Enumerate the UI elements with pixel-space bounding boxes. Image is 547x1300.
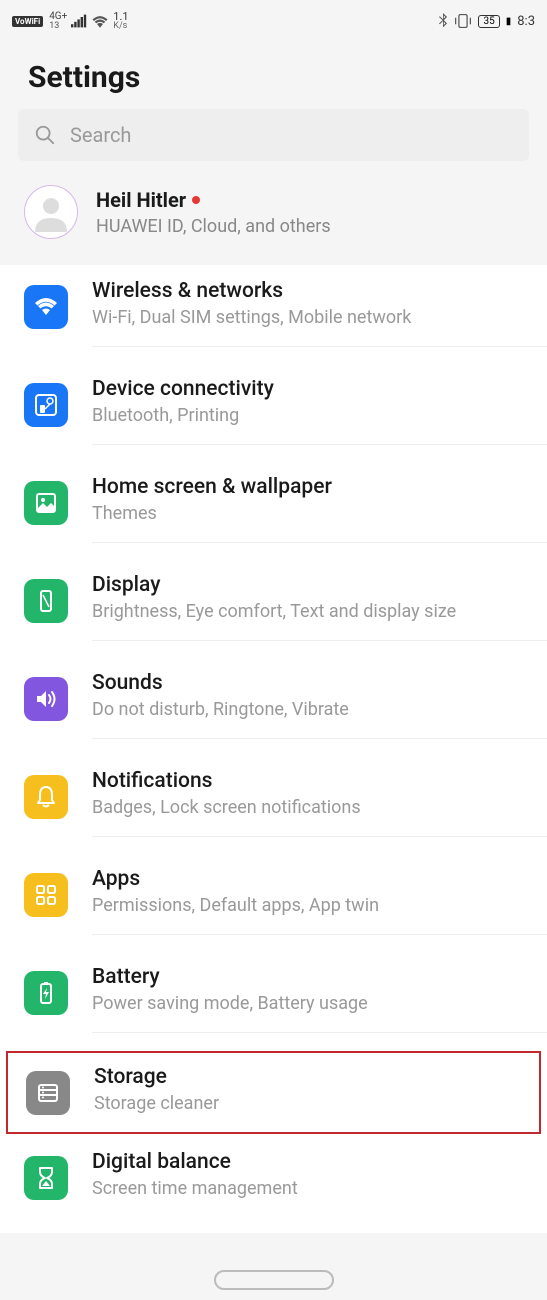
item-sub: Themes xyxy=(92,503,527,524)
settings-item-storage[interactable]: Storage Storage cleaner xyxy=(6,1051,541,1134)
bluetooth-icon xyxy=(438,13,448,29)
item-title: Digital balance xyxy=(92,1150,527,1174)
item-sub: Power saving mode, Battery usage xyxy=(92,993,527,1014)
battery-level: 35 xyxy=(478,15,499,28)
settings-item-connect[interactable]: Device connectivity Bluetooth, Printing xyxy=(0,363,547,461)
item-title: Battery xyxy=(92,965,527,989)
settings-list: Wireless & networks Wi-Fi, Dual SIM setti… xyxy=(0,265,547,1233)
item-sub: Badges, Lock screen notifications xyxy=(92,797,527,818)
item-title: Storage xyxy=(94,1065,519,1089)
bell-icon xyxy=(24,775,68,819)
settings-item-balance[interactable]: Digital balance Screen time management xyxy=(0,1136,547,1233)
account-name: Heil Hitler xyxy=(96,188,186,212)
item-title: Home screen & wallpaper xyxy=(92,475,527,499)
display-icon xyxy=(24,579,68,623)
search-bar[interactable]: Search xyxy=(18,109,529,161)
item-title: Notifications xyxy=(92,769,527,793)
item-sub: Wi-Fi, Dual SIM settings, Mobile network xyxy=(92,307,527,328)
settings-item-wifi[interactable]: Wireless & networks Wi-Fi, Dual SIM setti… xyxy=(0,265,547,363)
search-icon xyxy=(34,124,56,146)
wifi-icon xyxy=(24,285,68,329)
apps-icon xyxy=(24,873,68,917)
vibrate-icon xyxy=(454,14,472,28)
network-gen: 4G+ xyxy=(49,12,67,22)
item-title: Apps xyxy=(92,867,527,891)
speed-unit: K/s xyxy=(113,22,127,31)
sound-icon xyxy=(24,677,68,721)
account-row[interactable]: Heil Hitler HUAWEI ID, Cloud, and others xyxy=(0,171,547,257)
item-sub: Do not disturb, Ringtone, Vibrate xyxy=(92,699,527,720)
item-title: Sounds xyxy=(92,671,527,695)
search-placeholder: Search xyxy=(70,123,131,147)
network-sub: 13 xyxy=(49,22,67,31)
status-bar: VoWiFi 4G+ 13 1.1 K/s 35 ▮ 8:3 xyxy=(0,0,547,42)
wallpaper-icon xyxy=(24,481,68,525)
settings-item-apps[interactable]: Apps Permissions, Default apps, App twin xyxy=(0,853,547,951)
connect-icon xyxy=(24,383,68,427)
settings-item-sound[interactable]: Sounds Do not disturb, Ringtone, Vibrate xyxy=(0,657,547,755)
item-sub: Storage cleaner xyxy=(94,1093,519,1114)
nav-pill-icon[interactable] xyxy=(214,1270,334,1290)
item-sub: Screen time management xyxy=(92,1178,527,1199)
avatar xyxy=(24,185,78,239)
settings-item-bell[interactable]: Notifications Badges, Lock screen notific… xyxy=(0,755,547,853)
item-sub: Brightness, Eye comfort, Text and displa… xyxy=(92,601,527,622)
wifi-status-icon xyxy=(91,14,109,28)
signal-icon xyxy=(71,14,87,28)
item-sub: Bluetooth, Printing xyxy=(92,405,527,426)
avatar-icon xyxy=(31,192,71,232)
balance-icon xyxy=(24,1156,68,1200)
settings-item-wallpaper[interactable]: Home screen & wallpaper Themes xyxy=(0,461,547,559)
page-title: Settings xyxy=(0,42,547,109)
settings-item-display[interactable]: Display Brightness, Eye comfort, Text and… xyxy=(0,559,547,657)
storage-icon xyxy=(26,1071,70,1115)
item-title: Wireless & networks xyxy=(92,279,527,303)
account-sub: HUAWEI ID, Cloud, and others xyxy=(96,216,331,237)
item-title: Display xyxy=(92,573,527,597)
item-title: Device connectivity xyxy=(92,377,527,401)
notification-dot-icon xyxy=(192,196,200,204)
vowifi-badge: VoWiFi xyxy=(12,16,43,27)
battery-icon xyxy=(24,971,68,1015)
battery-bar-icon: ▮ xyxy=(506,16,512,27)
settings-item-battery[interactable]: Battery Power saving mode, Battery usage xyxy=(0,951,547,1049)
item-sub: Permissions, Default apps, App twin xyxy=(92,895,527,916)
status-time: 8:3 xyxy=(517,14,535,29)
